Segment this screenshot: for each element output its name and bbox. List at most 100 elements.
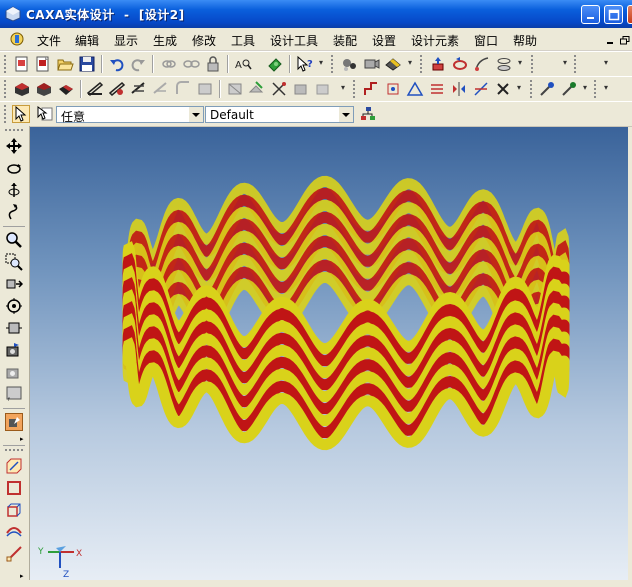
curve-edit-icon[interactable] bbox=[362, 80, 380, 98]
view-direction-icon[interactable] bbox=[5, 275, 23, 293]
section-icon[interactable] bbox=[270, 80, 288, 98]
zoom-window-icon[interactable] bbox=[5, 253, 23, 271]
select-arrow-icon[interactable] bbox=[12, 105, 30, 123]
menu-design-tools[interactable]: 设计工具 bbox=[270, 32, 318, 49]
toolbar-grip[interactable] bbox=[420, 55, 425, 73]
menu-modify[interactable]: 修改 bbox=[192, 32, 216, 49]
curve-icon[interactable] bbox=[5, 523, 23, 541]
menu-generate[interactable]: 生成 bbox=[153, 32, 177, 49]
link-icon[interactable] bbox=[160, 55, 178, 73]
fit-surface-icon[interactable] bbox=[384, 80, 402, 98]
tree-icon[interactable] bbox=[359, 105, 377, 123]
3d-viewport[interactable]: X Y Z bbox=[30, 127, 632, 587]
offset-icon[interactable] bbox=[428, 80, 446, 98]
triangle-icon[interactable] bbox=[406, 80, 424, 98]
sweep-icon[interactable] bbox=[473, 55, 491, 73]
filter-select[interactable]: 任意 bbox=[56, 106, 204, 124]
loft-icon[interactable] bbox=[495, 55, 513, 73]
orbit-icon[interactable] bbox=[5, 181, 23, 199]
menu-help[interactable]: 帮助 bbox=[513, 32, 537, 49]
menu-view[interactable]: 显示 bbox=[114, 32, 138, 49]
toolbar-grip[interactable] bbox=[5, 129, 23, 133]
undo-icon[interactable] bbox=[108, 55, 126, 73]
toolbar-grip[interactable] bbox=[331, 55, 336, 73]
toolbar-overflow-icon[interactable]: ▾ bbox=[518, 58, 524, 72]
shell-icon[interactable] bbox=[152, 80, 170, 98]
toolbar-grip[interactable] bbox=[594, 80, 599, 98]
light-icon[interactable] bbox=[340, 55, 358, 73]
align-icon[interactable] bbox=[314, 80, 332, 98]
chevron-right-icon[interactable]: ▸ bbox=[20, 572, 24, 580]
delete-curve-icon[interactable] bbox=[494, 80, 512, 98]
chevron-down-icon[interactable] bbox=[189, 107, 203, 122]
toolbar-overflow-icon[interactable]: ▾ bbox=[604, 83, 610, 97]
toolbar-grip[interactable] bbox=[4, 55, 9, 73]
revolve-icon[interactable] bbox=[451, 55, 469, 73]
shade-icon[interactable] bbox=[5, 413, 23, 431]
style-select[interactable]: Default bbox=[205, 106, 354, 123]
open-folder-icon[interactable] bbox=[56, 55, 74, 73]
perspective-icon[interactable] bbox=[5, 363, 23, 381]
pick-icon[interactable] bbox=[538, 80, 556, 98]
cylinder-icon[interactable] bbox=[35, 80, 53, 98]
menu-edit[interactable]: 编辑 bbox=[75, 32, 99, 49]
save-icon[interactable] bbox=[78, 55, 96, 73]
toolbar-grip[interactable] bbox=[531, 55, 536, 73]
zoom-icon[interactable] bbox=[5, 231, 23, 249]
mdi-restore-icon[interactable] bbox=[620, 36, 630, 45]
focus-icon[interactable] bbox=[5, 297, 23, 315]
line-icon[interactable] bbox=[5, 545, 23, 563]
toolbar-grip[interactable] bbox=[4, 80, 9, 98]
rect-icon[interactable] bbox=[5, 479, 23, 497]
split-icon[interactable] bbox=[248, 80, 266, 98]
toolbar-grip[interactable] bbox=[530, 80, 535, 98]
torus-icon[interactable] bbox=[130, 80, 148, 98]
menu-window[interactable]: 窗口 bbox=[474, 32, 498, 49]
cone-icon[interactable] bbox=[57, 80, 75, 98]
mdi-minimize-icon[interactable] bbox=[606, 36, 614, 44]
draft-icon[interactable] bbox=[226, 80, 244, 98]
menu-tools[interactable]: 工具 bbox=[231, 32, 255, 49]
rotate-icon[interactable] bbox=[5, 159, 23, 177]
toolbar-overflow-icon[interactable]: ▾ bbox=[517, 83, 523, 97]
toolbar-overflow-icon[interactable]: ▾ bbox=[563, 58, 569, 72]
toolbar-overflow-icon[interactable]: ▾ bbox=[604, 58, 610, 72]
menu-design-elements[interactable]: 设计元素 bbox=[411, 32, 459, 49]
extrude-icon[interactable] bbox=[429, 55, 447, 73]
select-element-icon[interactable] bbox=[36, 105, 54, 123]
toolbar-overflow-icon[interactable]: ▾ bbox=[341, 83, 347, 97]
text-search-icon[interactable]: A bbox=[234, 55, 252, 73]
chevron-down-icon[interactable] bbox=[339, 107, 353, 122]
lock-icon[interactable] bbox=[204, 55, 222, 73]
camera-view-icon[interactable] bbox=[5, 341, 23, 359]
camera-icon[interactable] bbox=[362, 55, 380, 73]
menu-file[interactable]: 文件 bbox=[37, 32, 61, 49]
chevron-right-icon[interactable]: ▸ bbox=[20, 435, 24, 443]
walk-icon[interactable] bbox=[5, 203, 23, 221]
fit-icon[interactable] bbox=[5, 319, 23, 337]
trim-icon[interactable] bbox=[472, 80, 490, 98]
toolbar-grip[interactable] bbox=[5, 449, 23, 453]
wave-ring-model[interactable] bbox=[30, 127, 632, 587]
help-cursor-icon[interactable]: ? bbox=[296, 55, 314, 73]
sphere-icon[interactable] bbox=[108, 80, 126, 98]
maximize-button[interactable] bbox=[604, 5, 623, 24]
unlink-icon[interactable] bbox=[182, 55, 200, 73]
lens-icon[interactable]: f bbox=[5, 385, 23, 403]
toolbar-grip[interactable] bbox=[4, 105, 9, 123]
minimize-button[interactable] bbox=[581, 5, 600, 24]
redo-icon[interactable] bbox=[129, 55, 147, 73]
toolbar-overflow-icon[interactable]: ▾ bbox=[319, 58, 325, 72]
chamfer-icon[interactable] bbox=[196, 80, 214, 98]
close-button[interactable] bbox=[627, 5, 632, 24]
mirror-icon[interactable] bbox=[450, 80, 468, 98]
caxa-app-icon[interactable] bbox=[5, 6, 21, 22]
toolbar-grip[interactable] bbox=[353, 80, 358, 98]
toolbar-grip[interactable] bbox=[574, 55, 579, 73]
document-icon[interactable] bbox=[8, 31, 26, 47]
toolbar-overflow-icon[interactable]: ▾ bbox=[408, 58, 414, 72]
sketch-icon[interactable] bbox=[5, 457, 23, 475]
fillet-icon[interactable] bbox=[174, 80, 192, 98]
eyedropper-icon[interactable] bbox=[560, 80, 578, 98]
new-icon[interactable] bbox=[13, 55, 31, 73]
